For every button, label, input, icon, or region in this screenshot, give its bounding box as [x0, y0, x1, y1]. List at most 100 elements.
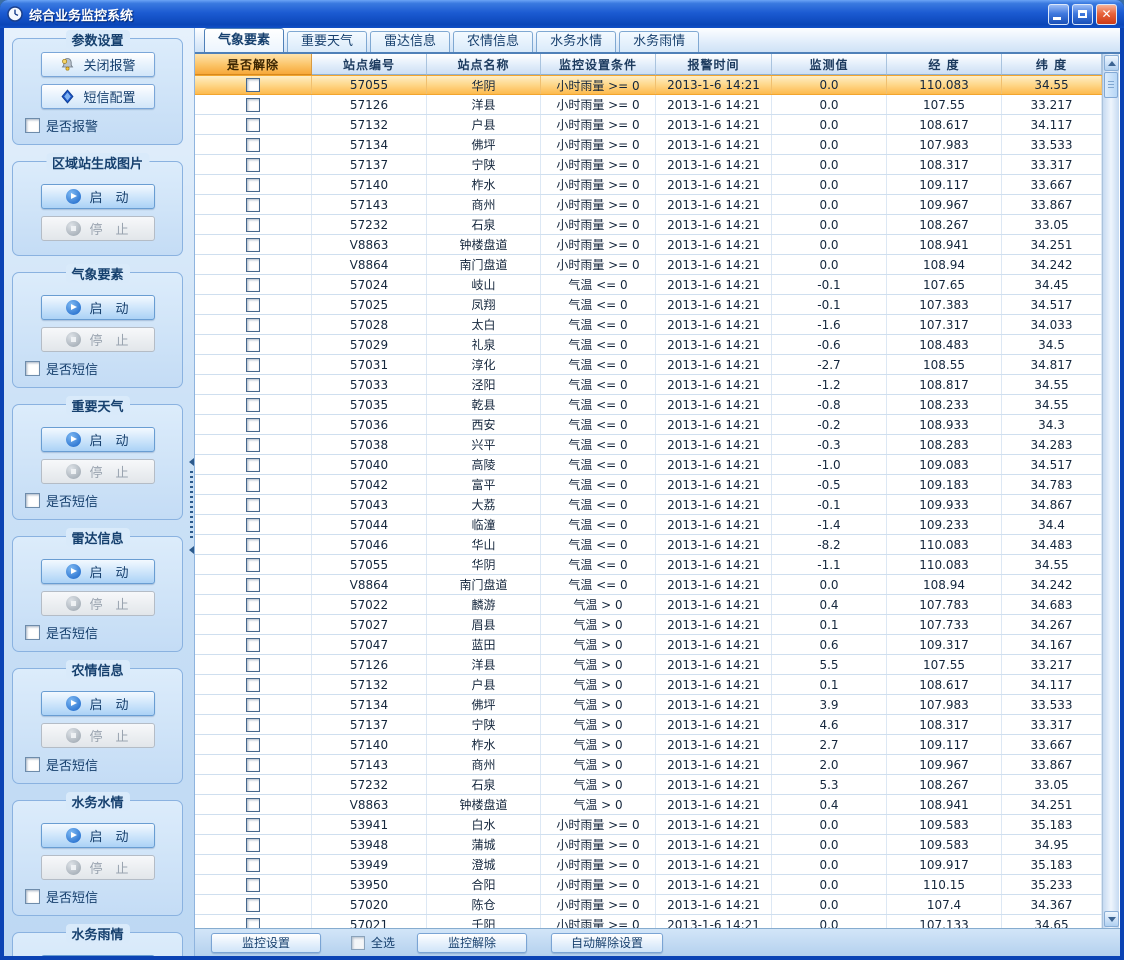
- release-checkbox[interactable]: [246, 318, 260, 332]
- table-row[interactable]: 57134佛坪小时雨量 >= 02013-1-6 14:210.0107.983…: [195, 135, 1102, 155]
- stop-button[interactable]: 停 止: [41, 591, 155, 616]
- table-row[interactable]: 57027眉县气温 > 02013-1-6 14:210.1107.73334.…: [195, 615, 1102, 635]
- tab-radar-info[interactable]: 雷达信息: [370, 31, 450, 52]
- release-checkbox[interactable]: [246, 738, 260, 752]
- table-row[interactable]: 57024岐山气温 <= 02013-1-6 14:21-0.1107.6534…: [195, 275, 1102, 295]
- table-row[interactable]: 57140柞水小时雨量 >= 02013-1-6 14:210.0109.117…: [195, 175, 1102, 195]
- table-row[interactable]: 57143商州小时雨量 >= 02013-1-6 14:210.0109.967…: [195, 195, 1102, 215]
- release-checkbox[interactable]: [246, 298, 260, 312]
- column-header-station-id[interactable]: 站点编号: [312, 54, 427, 75]
- table-row[interactable]: 57025凤翔气温 <= 02013-1-6 14:21-0.1107.3833…: [195, 295, 1102, 315]
- stop-button[interactable]: 停 止: [41, 216, 155, 241]
- stop-button[interactable]: 停 止: [41, 855, 155, 880]
- release-checkbox[interactable]: [246, 238, 260, 252]
- table-row[interactable]: 57137宁陕气温 > 02013-1-6 14:214.6108.31733.…: [195, 715, 1102, 735]
- tab-important-weather[interactable]: 重要天气: [287, 31, 367, 52]
- select-all-checkbox[interactable]: [351, 936, 365, 950]
- table-row[interactable]: 57020陈仓小时雨量 >= 02013-1-6 14:210.0107.434…: [195, 895, 1102, 915]
- table-row[interactable]: 57035乾县气温 <= 02013-1-6 14:21-0.8108.2333…: [195, 395, 1102, 415]
- close-button[interactable]: ✕: [1096, 4, 1117, 25]
- table-row[interactable]: 57033泾阳气温 <= 02013-1-6 14:21-1.2108.8173…: [195, 375, 1102, 395]
- table-row[interactable]: 57021千阳小时雨量 >= 02013-1-6 14:210.0107.133…: [195, 915, 1102, 928]
- scroll-up-button[interactable]: [1104, 55, 1119, 71]
- release-checkbox[interactable]: [246, 498, 260, 512]
- column-header-longitude[interactable]: 经 度: [887, 54, 1002, 75]
- sidebar-splitter[interactable]: [187, 456, 196, 556]
- table-row[interactable]: V8864南门盘道气温 <= 02013-1-6 14:210.0108.943…: [195, 575, 1102, 595]
- table-row[interactable]: V8864南门盘道小时雨量 >= 02013-1-6 14:210.0108.9…: [195, 255, 1102, 275]
- start-button[interactable]: 启 动: [41, 823, 155, 848]
- release-checkbox[interactable]: [246, 698, 260, 712]
- release-checkbox[interactable]: [246, 878, 260, 892]
- vertical-scrollbar[interactable]: [1102, 54, 1119, 928]
- release-checkbox[interactable]: [246, 858, 260, 872]
- release-checkbox[interactable]: [246, 438, 260, 452]
- sms-checkbox[interactable]: [25, 625, 40, 640]
- stop-button[interactable]: 停 止: [41, 327, 155, 352]
- table-row[interactable]: 57232石泉气温 > 02013-1-6 14:215.3108.26733.…: [195, 775, 1102, 795]
- release-checkbox[interactable]: [246, 198, 260, 212]
- release-checkbox[interactable]: [246, 898, 260, 912]
- release-checkbox[interactable]: [246, 598, 260, 612]
- release-checkbox[interactable]: [246, 278, 260, 292]
- release-checkbox[interactable]: [246, 558, 260, 572]
- release-checkbox[interactable]: [246, 478, 260, 492]
- column-header-release-cell[interactable]: 是否解除: [195, 54, 312, 75]
- monitor-setting-button[interactable]: 监控设置: [211, 933, 321, 953]
- stop-button[interactable]: 停 止: [41, 459, 155, 484]
- table-row[interactable]: 57028太白气温 <= 02013-1-6 14:21-1.6107.3173…: [195, 315, 1102, 335]
- release-checkbox[interactable]: [246, 838, 260, 852]
- table-row[interactable]: 53949澄城小时雨量 >= 02013-1-6 14:210.0109.917…: [195, 855, 1102, 875]
- release-checkbox[interactable]: [246, 378, 260, 392]
- release-checkbox[interactable]: [246, 158, 260, 172]
- table-row[interactable]: 57038兴平气温 <= 02013-1-6 14:21-0.3108.2833…: [195, 435, 1102, 455]
- table-row[interactable]: 57046华山气温 <= 02013-1-6 14:21-8.2110.0833…: [195, 535, 1102, 555]
- start-button[interactable]: 启 动: [41, 427, 155, 452]
- column-header-latitude[interactable]: 纬 度: [1002, 54, 1102, 75]
- release-checkbox[interactable]: [246, 98, 260, 112]
- release-checkbox[interactable]: [246, 678, 260, 692]
- table-row[interactable]: 57044临潼气温 <= 02013-1-6 14:21-1.4109.2333…: [195, 515, 1102, 535]
- release-checkbox[interactable]: [246, 178, 260, 192]
- table-row[interactable]: 57055华阴气温 <= 02013-1-6 14:21-1.1110.0833…: [195, 555, 1102, 575]
- release-checkbox[interactable]: [246, 398, 260, 412]
- table-row[interactable]: 57036西安气温 <= 02013-1-6 14:21-0.2108.9333…: [195, 415, 1102, 435]
- release-checkbox[interactable]: [246, 778, 260, 792]
- alarm-checkbox[interactable]: [25, 118, 40, 133]
- release-checkbox[interactable]: [246, 258, 260, 272]
- sms-checkbox[interactable]: [25, 361, 40, 376]
- release-checkbox[interactable]: [246, 918, 260, 929]
- tab-water-rain[interactable]: 水务雨情: [619, 31, 699, 52]
- column-header-condition[interactable]: 监控设置条件: [541, 54, 656, 75]
- release-checkbox[interactable]: [246, 758, 260, 772]
- start-button[interactable]: 启 动: [41, 691, 155, 716]
- table-row[interactable]: 57031淳化气温 <= 02013-1-6 14:21-2.7108.5534…: [195, 355, 1102, 375]
- release-checkbox[interactable]: [246, 818, 260, 832]
- table-row[interactable]: 57055华阴小时雨量 >= 02013-1-6 14:210.0110.083…: [195, 75, 1102, 95]
- release-checkbox[interactable]: [246, 798, 260, 812]
- stop-button[interactable]: 停 止: [41, 723, 155, 748]
- sms-checkbox[interactable]: [25, 889, 40, 904]
- release-checkbox[interactable]: [246, 358, 260, 372]
- sms-config-button[interactable]: 短信配置: [41, 84, 155, 109]
- release-checkbox[interactable]: [246, 618, 260, 632]
- table-row[interactable]: 57042富平气温 <= 02013-1-6 14:21-0.5109.1833…: [195, 475, 1102, 495]
- table-row[interactable]: 57140柞水气温 > 02013-1-6 14:212.7109.11733.…: [195, 735, 1102, 755]
- start-button[interactable]: 启 动: [41, 295, 155, 320]
- release-checkbox[interactable]: [246, 538, 260, 552]
- scroll-down-button[interactable]: [1104, 911, 1119, 927]
- start-button[interactable]: 启 动: [41, 184, 155, 209]
- table-row[interactable]: 53948蒲城小时雨量 >= 02013-1-6 14:210.0109.583…: [195, 835, 1102, 855]
- scroll-thumb[interactable]: [1104, 72, 1118, 98]
- start-button[interactable]: 启 动: [41, 559, 155, 584]
- table-row[interactable]: 57232石泉小时雨量 >= 02013-1-6 14:210.0108.267…: [195, 215, 1102, 235]
- tab-water-level[interactable]: 水务水情: [536, 31, 616, 52]
- table-row[interactable]: 57132户县气温 > 02013-1-6 14:210.1108.61734.…: [195, 675, 1102, 695]
- auto-release-button[interactable]: 自动解除设置: [551, 933, 663, 953]
- release-checkbox[interactable]: [246, 338, 260, 352]
- tab-agriculture-info[interactable]: 农情信息: [453, 31, 533, 52]
- release-checkbox[interactable]: [246, 658, 260, 672]
- table-row[interactable]: 57047蓝田气温 > 02013-1-6 14:210.6109.31734.…: [195, 635, 1102, 655]
- table-row[interactable]: 57132户县小时雨量 >= 02013-1-6 14:210.0108.617…: [195, 115, 1102, 135]
- start-button[interactable]: 启 动: [41, 955, 155, 956]
